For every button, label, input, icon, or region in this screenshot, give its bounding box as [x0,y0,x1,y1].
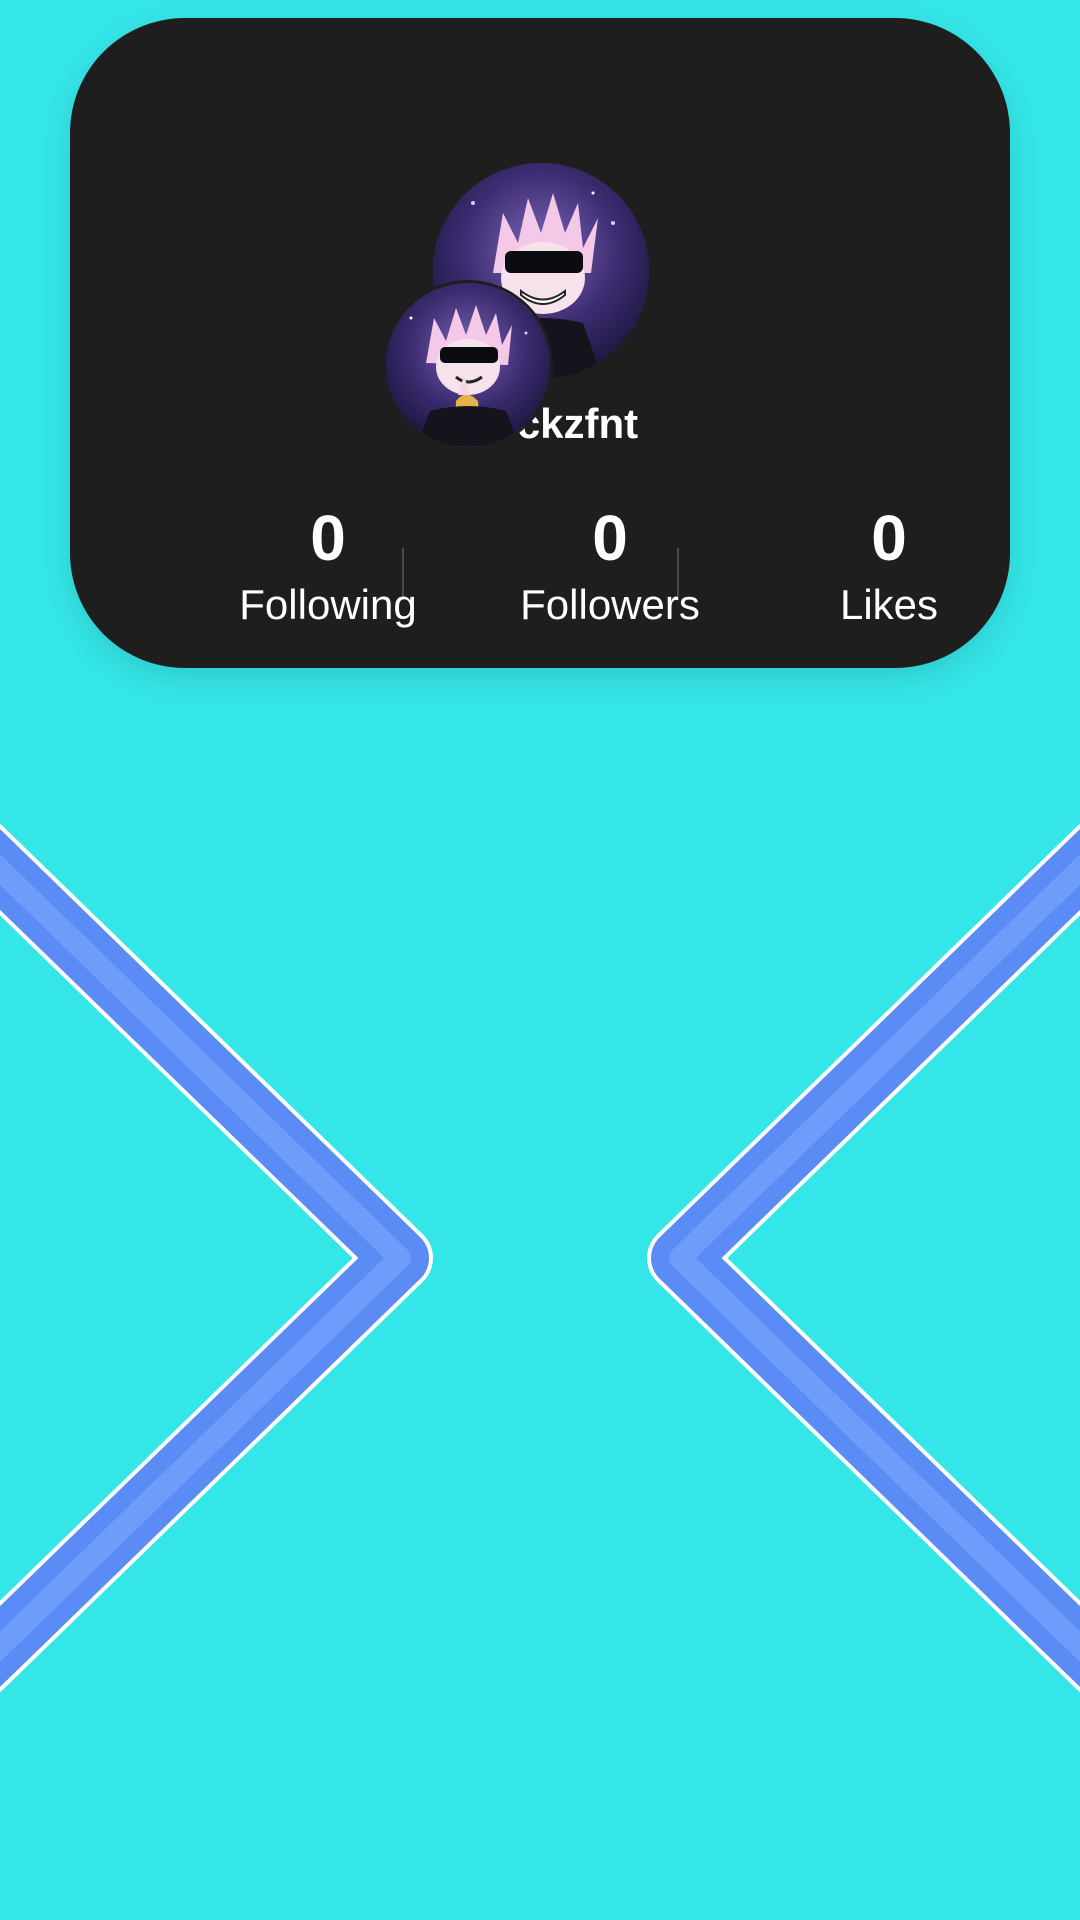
chevron-right-icon [0,824,433,1692]
chevron-decoration [0,824,1080,1692]
secondary-avatar[interactable] [386,283,550,447]
screen: ckzfnt 0 Following 0 Followers 0 Likes [0,0,1080,1920]
avatar-image-small [386,283,550,447]
chevron-left-icon [647,824,1080,1692]
username: ckzfnt [516,400,639,447]
